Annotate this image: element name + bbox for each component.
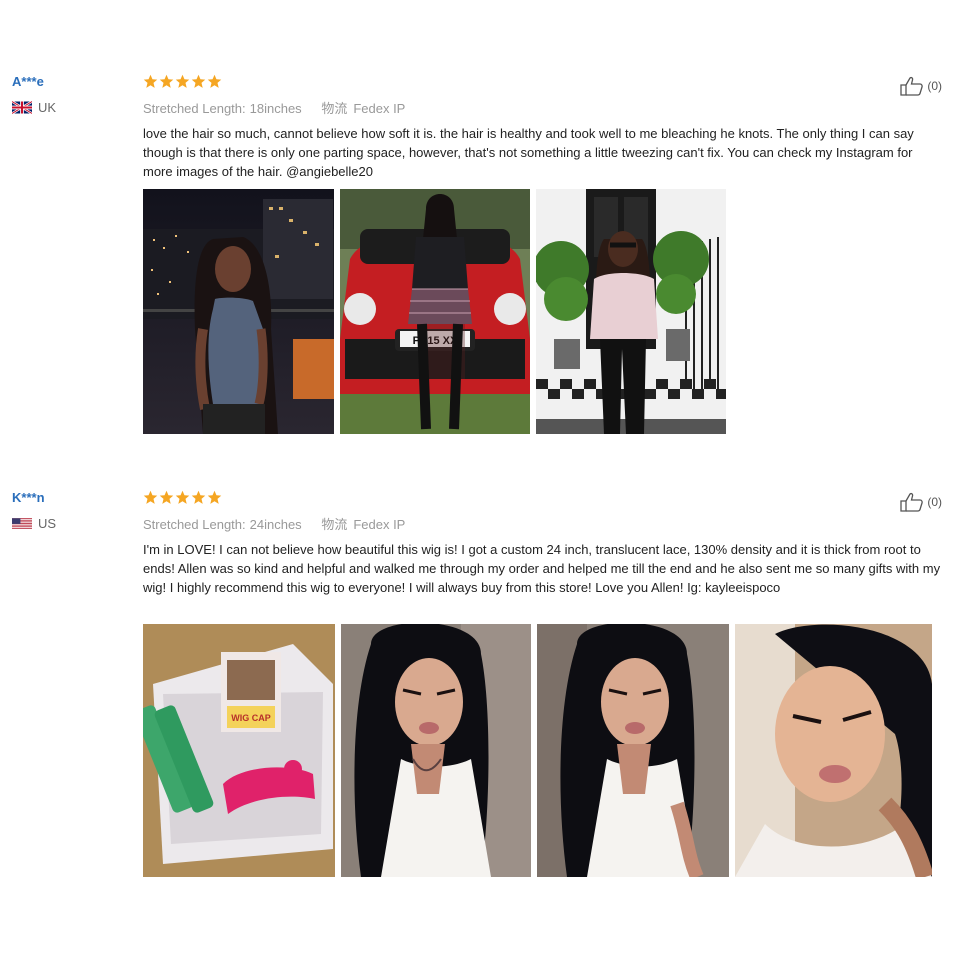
- review-text: I'm in LOVE! I can not believe how beaut…: [143, 542, 941, 595]
- logistics-label: 物流: [321, 101, 348, 116]
- star-icon: [191, 74, 206, 88]
- buyer-country: US: [12, 516, 56, 531]
- rating-stars: [143, 490, 222, 505]
- length-label: Stretched Length:: [143, 101, 246, 116]
- us-flag-icon: [12, 518, 32, 529]
- star-icon: [159, 74, 174, 88]
- helpful-button[interactable]: (0): [900, 492, 942, 512]
- thumbs-up-icon: [900, 76, 924, 96]
- star-icon: [143, 74, 158, 88]
- review-photo[interactable]: [143, 189, 334, 434]
- length-label: Stretched Length:: [143, 517, 246, 532]
- review-photo[interactable]: [536, 189, 726, 434]
- uk-flag-icon: [12, 101, 32, 114]
- star-icon: [191, 490, 206, 504]
- sku-info: Stretched Length: 18inches 物流 Fedex IP: [143, 98, 405, 117]
- review-text: love the hair so much, cannot believe ho…: [143, 126, 914, 179]
- length-value: 18inches: [249, 101, 302, 116]
- buyer-country: UK: [12, 100, 56, 115]
- wig-cap-text: WIG CAP: [231, 713, 271, 723]
- star-icon: [175, 74, 190, 88]
- thumbs-up-icon: [900, 492, 924, 512]
- logistics-label: 物流: [321, 517, 348, 532]
- country-label: UK: [38, 100, 57, 115]
- length-value: 24inches: [249, 517, 302, 532]
- review-photo[interactable]: WIG CAP: [143, 624, 335, 877]
- star-icon: [207, 490, 222, 504]
- review-photo[interactable]: PX15 XX: [340, 189, 530, 434]
- country-label: US: [38, 516, 57, 531]
- helpful-button[interactable]: (0): [900, 76, 942, 96]
- star-icon: [175, 490, 190, 504]
- review-photos: WIG CAP: [143, 624, 932, 877]
- review-photos: PX15 XX: [143, 189, 726, 434]
- logistics-value: Fedex IP: [353, 517, 406, 532]
- rating-stars: [143, 74, 222, 89]
- buyer-name: K***n: [12, 490, 45, 505]
- star-icon: [143, 490, 158, 504]
- helpful-count: (0): [927, 79, 942, 93]
- buyer-name: A***e: [12, 74, 44, 89]
- star-icon: [159, 490, 174, 504]
- review-photo[interactable]: [735, 624, 932, 877]
- review-photo[interactable]: [341, 624, 531, 877]
- sku-info: Stretched Length: 24inches 物流 Fedex IP: [143, 514, 405, 533]
- star-icon: [207, 74, 222, 88]
- helpful-count: (0): [927, 495, 942, 509]
- review-photo[interactable]: [537, 624, 729, 877]
- logistics-value: Fedex IP: [353, 101, 406, 116]
